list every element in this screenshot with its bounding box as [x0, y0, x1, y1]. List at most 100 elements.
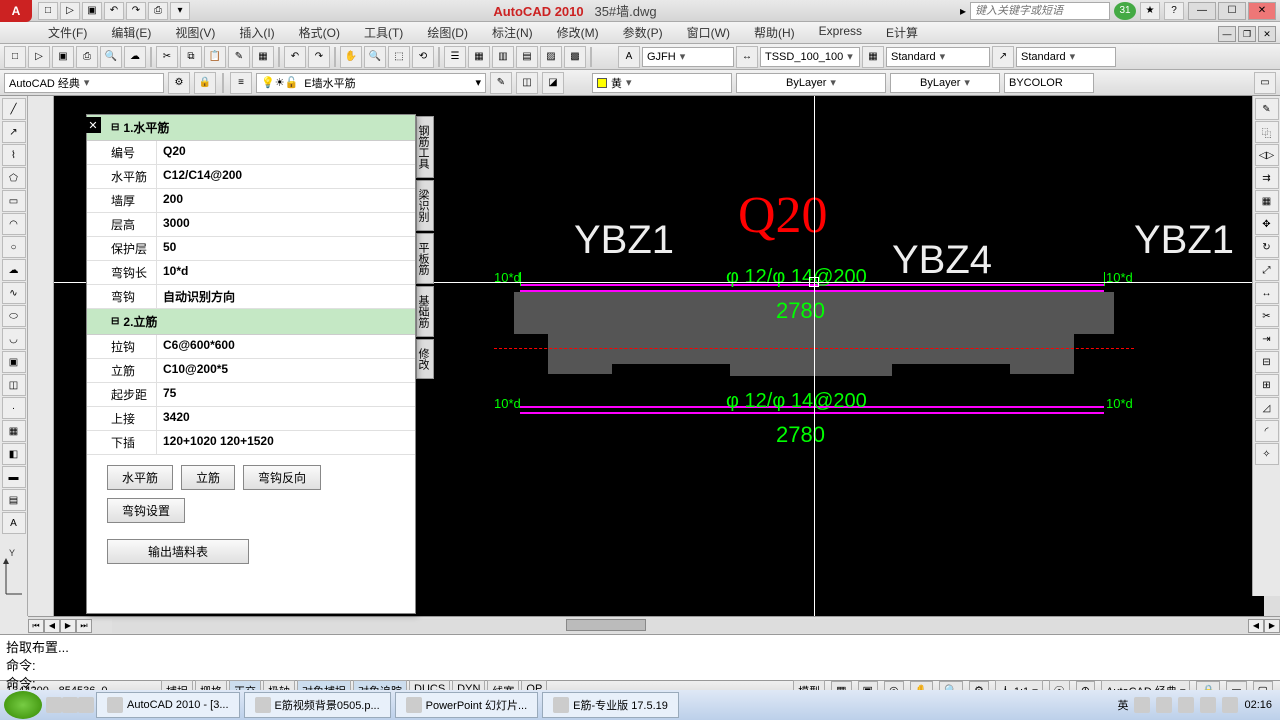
- prop-value[interactable]: 3420: [157, 407, 415, 430]
- circle-icon[interactable]: ○: [2, 236, 26, 258]
- side-tab[interactable]: 平板筋: [416, 233, 434, 284]
- polygon-icon[interactable]: ⬠: [2, 167, 26, 189]
- ellipse-icon[interactable]: ⬭: [2, 305, 26, 327]
- close-button[interactable]: ✕: [1248, 2, 1276, 20]
- prop-row[interactable]: 上接3420: [87, 407, 415, 431]
- prop-row[interactable]: 编号Q20: [87, 141, 415, 165]
- tablestyle-combo[interactable]: Standard: [886, 47, 990, 67]
- tpalette-icon[interactable]: ▥: [492, 46, 514, 68]
- match-icon[interactable]: ✎: [228, 46, 250, 68]
- qcalc-icon[interactable]: ▩: [564, 46, 586, 68]
- hscrollbar[interactable]: [112, 619, 1248, 633]
- rect-icon[interactable]: ▭: [2, 190, 26, 212]
- panel-close-button[interactable]: ✕: [85, 117, 101, 133]
- ws-settings-icon[interactable]: ⚙: [168, 72, 190, 94]
- mtext-icon[interactable]: A: [2, 512, 26, 534]
- scale-icon[interactable]: ⤢: [1255, 259, 1279, 281]
- trim-icon[interactable]: ✂: [1255, 305, 1279, 327]
- pin3-icon[interactable]: [78, 697, 94, 713]
- pline-icon[interactable]: ⌇: [2, 144, 26, 166]
- open-icon[interactable]: ▷: [28, 46, 50, 68]
- insert-icon[interactable]: ▣: [2, 351, 26, 373]
- join-icon[interactable]: ⊞: [1255, 374, 1279, 396]
- command-window[interactable]: 拾取布置... 命令: 命令:: [0, 634, 1280, 680]
- preview-icon[interactable]: 🔍: [100, 46, 122, 68]
- menu-文件(F)[interactable]: 文件(F): [40, 22, 95, 43]
- menu-绘图(D)[interactable]: 绘图(D): [419, 22, 476, 43]
- comm-badge[interactable]: 31: [1114, 2, 1136, 20]
- infocenter-arrow-icon[interactable]: ▸: [960, 4, 966, 18]
- prop-value[interactable]: 10*d: [157, 261, 415, 284]
- layer-tool1-icon[interactable]: ✎: [490, 72, 512, 94]
- prop-row[interactable]: 弯钩长10*d: [87, 261, 415, 285]
- plotstyle-combo[interactable]: BYCOLOR: [1004, 73, 1094, 93]
- dcenter-icon[interactable]: ▦: [468, 46, 490, 68]
- task-item[interactable]: AutoCAD 2010 - [3...: [96, 692, 240, 718]
- tray-icon1[interactable]: [1134, 697, 1150, 713]
- pan-icon[interactable]: ✋: [340, 46, 362, 68]
- lineweight-combo[interactable]: ByLayer: [890, 73, 1000, 93]
- tab-last-icon[interactable]: ⏭: [76, 619, 92, 633]
- side-tab[interactable]: 修改: [416, 339, 434, 379]
- save-icon[interactable]: ▣: [52, 46, 74, 68]
- paste-icon[interactable]: 📋: [204, 46, 226, 68]
- zoom-prev-icon[interactable]: ⟲: [412, 46, 434, 68]
- undo-icon[interactable]: ↶: [284, 46, 306, 68]
- ime-indicator[interactable]: 英: [1117, 697, 1128, 713]
- export-table-button[interactable]: 输出墙料表: [107, 539, 249, 564]
- qat-redo-icon[interactable]: ↷: [126, 2, 146, 20]
- ws-lock-icon[interactable]: 🔒: [194, 72, 216, 94]
- prop-row[interactable]: 层高3000: [87, 213, 415, 237]
- layer-tool2-icon[interactable]: ◫: [516, 72, 538, 94]
- block-make-icon[interactable]: ◫: [2, 374, 26, 396]
- explode-icon[interactable]: ✧: [1255, 443, 1279, 465]
- prop-row[interactable]: 起步距75: [87, 383, 415, 407]
- region-icon[interactable]: ▬: [2, 466, 26, 488]
- tray-icon2[interactable]: [1156, 697, 1172, 713]
- revcloud-icon[interactable]: ☁: [2, 259, 26, 281]
- hatch-icon[interactable]: ▦: [2, 420, 26, 442]
- zoom-rt-icon[interactable]: 🔍: [364, 46, 386, 68]
- fillet-icon[interactable]: ◜: [1255, 420, 1279, 442]
- pin2-icon[interactable]: [62, 697, 78, 713]
- markup-icon[interactable]: ▨: [540, 46, 562, 68]
- offset-icon[interactable]: ⇉: [1255, 167, 1279, 189]
- rotate-icon[interactable]: ↻: [1255, 236, 1279, 258]
- dimstyle-combo[interactable]: TSSD_100_100: [760, 47, 860, 67]
- qat-new-icon[interactable]: □: [38, 2, 58, 20]
- workspace-combo[interactable]: AutoCAD 经典: [4, 73, 164, 93]
- hook-setting-button[interactable]: 弯钩设置: [107, 498, 185, 523]
- line-icon[interactable]: ╱: [2, 98, 26, 120]
- vrebar-button[interactable]: 立筋: [181, 465, 235, 490]
- volume-icon[interactable]: [1222, 697, 1238, 713]
- doc-restore-button[interactable]: ❐: [1238, 26, 1256, 42]
- qat-save-icon[interactable]: ▣: [82, 2, 102, 20]
- ellipsearc-icon[interactable]: ◡: [2, 328, 26, 350]
- prop-value[interactable]: 120+1020 120+1520: [157, 431, 415, 454]
- sheet-icon[interactable]: ▤: [516, 46, 538, 68]
- prop-row[interactable]: 弯钩自动识别方向: [87, 285, 415, 309]
- prop-row[interactable]: 拉钩C6@600*600: [87, 335, 415, 359]
- tray-icon4[interactable]: [1200, 697, 1216, 713]
- break-icon[interactable]: ⊟: [1255, 351, 1279, 373]
- publish-icon[interactable]: ☁: [124, 46, 146, 68]
- qat-open-icon[interactable]: ▷: [60, 2, 80, 20]
- mleader-icon[interactable]: ↗: [992, 46, 1014, 68]
- array-icon[interactable]: ▦: [1255, 190, 1279, 212]
- doc-close-button[interactable]: ✕: [1258, 26, 1276, 42]
- menu-参数(P)[interactable]: 参数(P): [615, 22, 671, 43]
- plot-icon[interactable]: ⎙: [76, 46, 98, 68]
- menu-工具(T)[interactable]: 工具(T): [356, 22, 411, 43]
- menu-标注(N)[interactable]: 标注(N): [484, 22, 541, 43]
- menu-Express[interactable]: Express: [811, 22, 870, 43]
- prop-row[interactable]: 立筋C10@200*5: [87, 359, 415, 383]
- menu-编辑(E)[interactable]: 编辑(E): [103, 22, 159, 43]
- menu-修改(M)[interactable]: 修改(M): [549, 22, 607, 43]
- star-icon[interactable]: ★: [1140, 2, 1160, 20]
- linetype-combo[interactable]: ByLayer: [736, 73, 886, 93]
- app-logo[interactable]: A: [0, 0, 32, 22]
- color-combo[interactable]: 黄: [592, 73, 732, 93]
- prop-row[interactable]: 保护层50: [87, 237, 415, 261]
- layer-tool3-icon[interactable]: ◪: [542, 72, 564, 94]
- xline-icon[interactable]: ↗: [2, 121, 26, 143]
